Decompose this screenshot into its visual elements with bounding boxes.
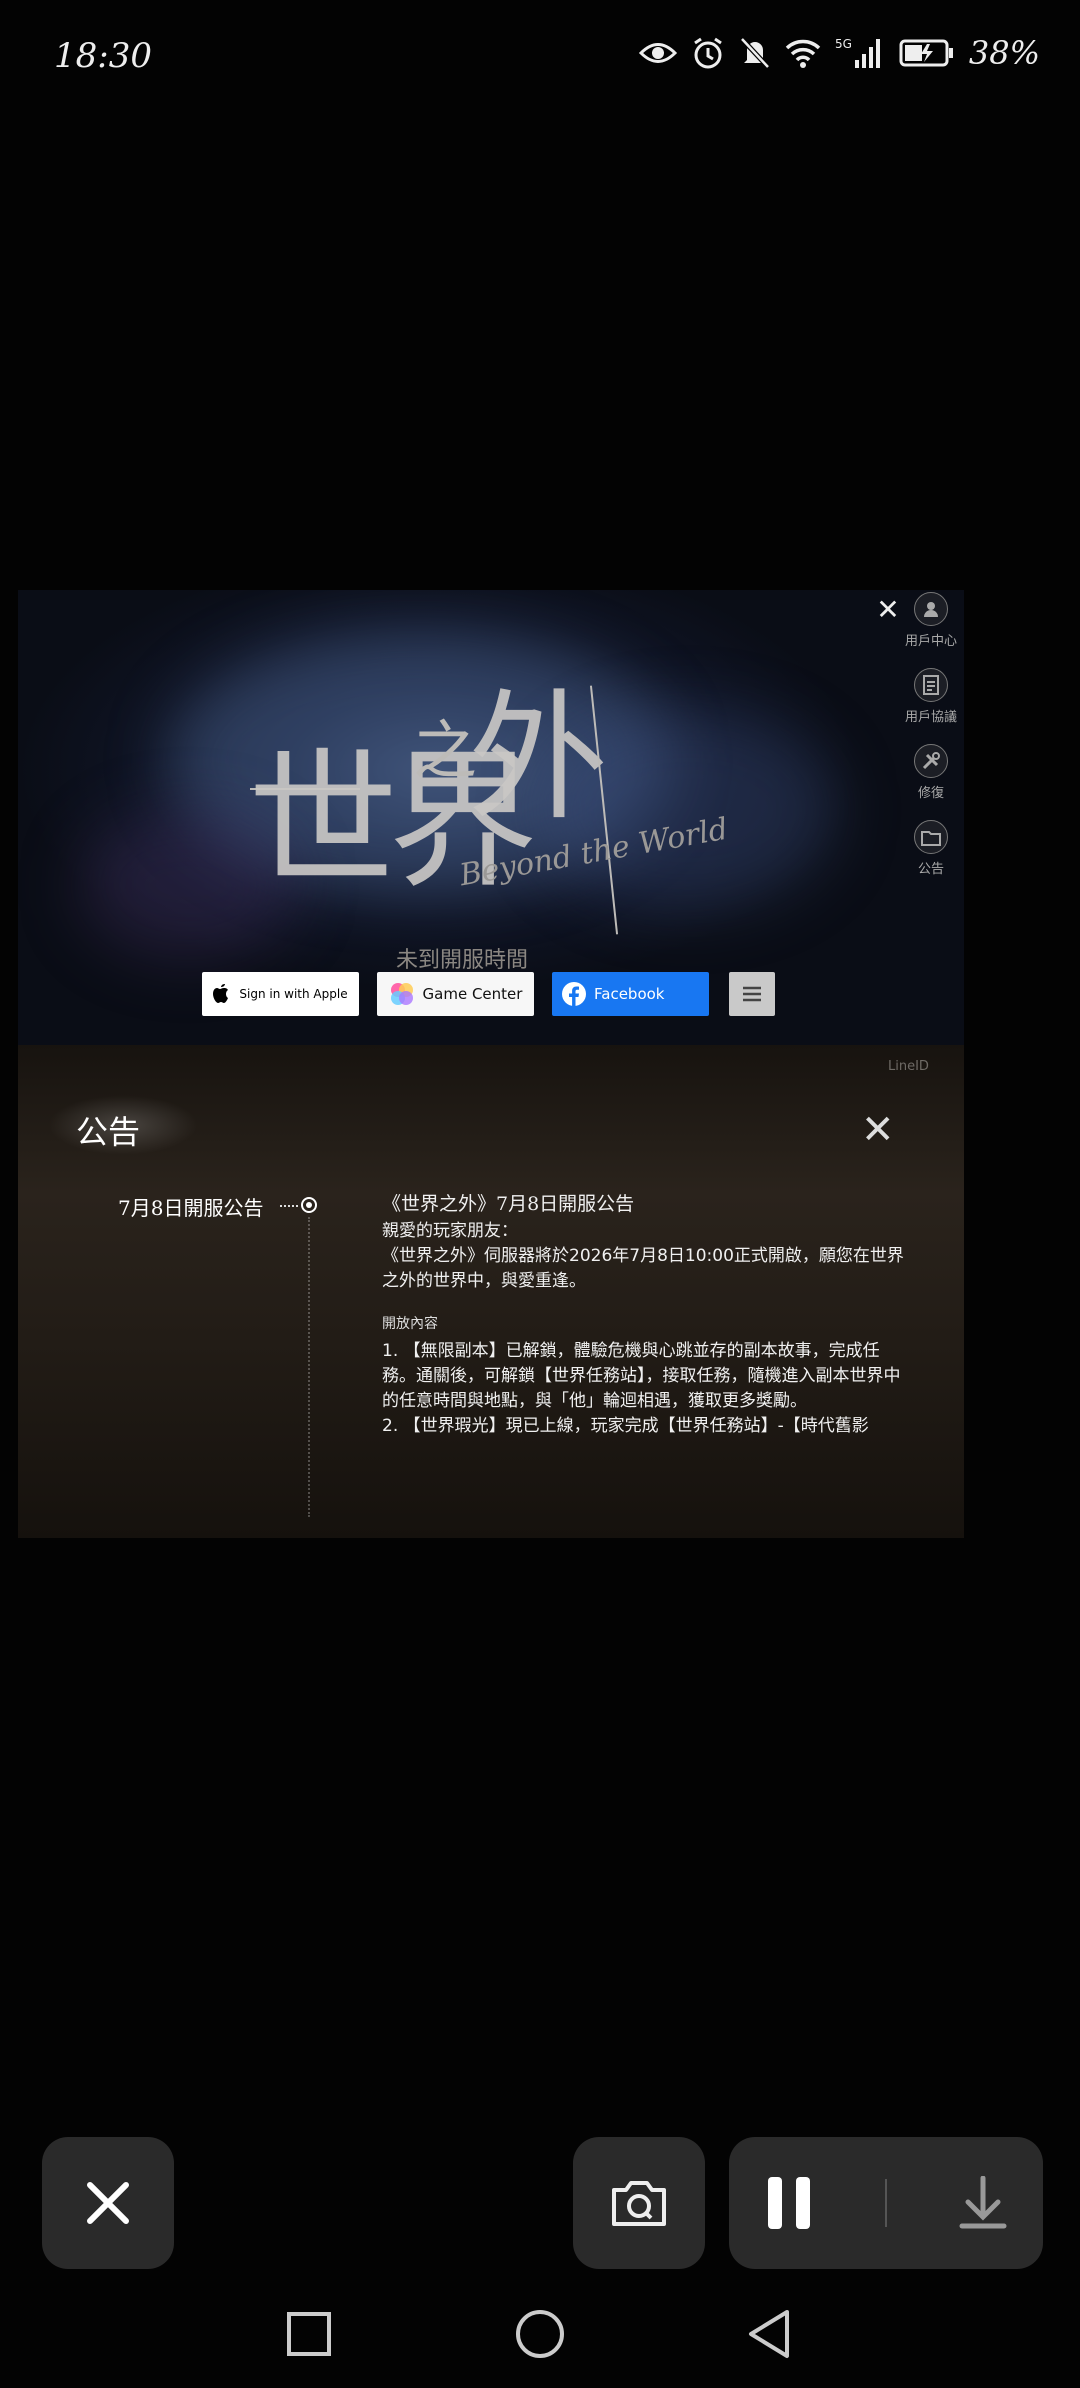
side-item-user-center[interactable]: 用戶中心 xyxy=(898,592,964,649)
close-announcement-icon[interactable]: ✕ xyxy=(861,1110,895,1150)
side-label: 公告 xyxy=(917,862,944,877)
apple-icon xyxy=(213,984,229,1003)
download-icon[interactable] xyxy=(958,2176,1008,2230)
mute-bell-icon xyxy=(740,37,770,69)
sign-in-apple-button[interactable]: Sign in with Apple xyxy=(202,972,359,1016)
side-label: 用戶中心 xyxy=(904,634,957,649)
divider xyxy=(884,2179,887,2227)
login-buttons: Sign in with Apple Game Center Facebook xyxy=(202,972,775,1016)
facebook-icon xyxy=(562,982,586,1006)
content-item-2: 2. 【世界瑕光】現已上線，玩家完成【世界任務站】-【時代舊影 xyxy=(382,1416,869,1436)
navigation-bar xyxy=(0,2270,1080,2388)
status-bar: 18:30 5G 38% xyxy=(0,0,1080,120)
status-icons: 5G 38% xyxy=(638,34,1040,72)
server-status-label: 未到開服時間 xyxy=(396,948,529,973)
announcement-panel: 公告 LineID ✕ 7月8日開服公告 《世界之外》7月8日開服公告 親愛的玩… xyxy=(18,1045,964,1538)
tab-connector xyxy=(280,1205,298,1207)
home-icon[interactable] xyxy=(514,2308,566,2360)
recents-icon[interactable] xyxy=(285,2310,333,2358)
content-greeting: 親愛的玩家朋友： xyxy=(382,1221,518,1241)
content-heading: 《世界之外》7月8日開服公告 xyxy=(382,1193,635,1215)
pause-icon[interactable] xyxy=(764,2175,814,2231)
document-icon xyxy=(914,668,948,702)
announcement-title: 公告 xyxy=(76,1113,141,1151)
announcement-tab[interactable]: 7月8日開服公告 xyxy=(118,1192,263,1221)
alarm-icon xyxy=(694,37,722,69)
facebook-login-button[interactable]: Facebook xyxy=(552,972,709,1016)
apple-label: Sign in with Apple xyxy=(239,987,348,1001)
svg-text:5G: 5G xyxy=(835,37,852,51)
side-item-announcement[interactable]: 公告 xyxy=(898,820,964,877)
side-item-user-agreement[interactable]: 用戶協議 xyxy=(898,668,964,725)
side-label: 修復 xyxy=(917,786,944,801)
announcement-content: 《世界之外》7月8日開服公告 親愛的玩家朋友： 《世界之外》伺服器將於2026年… xyxy=(382,1192,912,1439)
status-time: 18:30 xyxy=(54,36,152,76)
more-login-button[interactable] xyxy=(729,972,775,1016)
user-icon xyxy=(914,592,948,626)
battery-icon xyxy=(899,39,953,67)
tab-track xyxy=(308,1217,310,1517)
back-icon[interactable] xyxy=(745,2308,793,2360)
close-icon xyxy=(87,2182,129,2224)
screenshot-button[interactable] xyxy=(573,2137,705,2269)
signal-icon: 5G xyxy=(835,37,880,68)
side-label: 用戶協議 xyxy=(904,710,957,725)
content-intro: 《世界之外》伺服器將於2026年7月8日10:00正式開啟，願您在世界之外的世界… xyxy=(382,1246,904,1291)
facebook-label: Facebook xyxy=(594,985,665,1003)
content-item-1: 1. 【無限副本】已解鎖，體驗危機與心跳並存的副本故事，完成任務。通關後，可解鎖… xyxy=(382,1341,901,1411)
wifi-icon xyxy=(785,39,821,68)
folder-icon xyxy=(914,820,948,854)
menu-icon xyxy=(743,986,761,1002)
game-view[interactable]: 世界 之 外 Beyond the World 未到開服時間 ✕ 用戶中心 用戶… xyxy=(18,590,964,1538)
battery-percent: 38% xyxy=(968,34,1040,72)
wrench-icon xyxy=(914,744,948,778)
game-center-icon xyxy=(390,983,413,1005)
eye-icon xyxy=(638,43,677,63)
game-center-label: Game Center xyxy=(422,985,523,1003)
content-section-title: 開放內容 xyxy=(382,1316,438,1332)
tab-selected-icon xyxy=(301,1197,317,1213)
game-center-button[interactable]: Game Center xyxy=(377,972,534,1016)
logo-big: 外 xyxy=(468,677,608,840)
recording-controls xyxy=(729,2137,1043,2269)
line-id-label: LineID xyxy=(888,1059,929,1074)
close-recording-button[interactable] xyxy=(42,2137,174,2269)
camera-icon xyxy=(612,2181,666,2226)
side-item-repair[interactable]: 修復 xyxy=(898,744,964,801)
